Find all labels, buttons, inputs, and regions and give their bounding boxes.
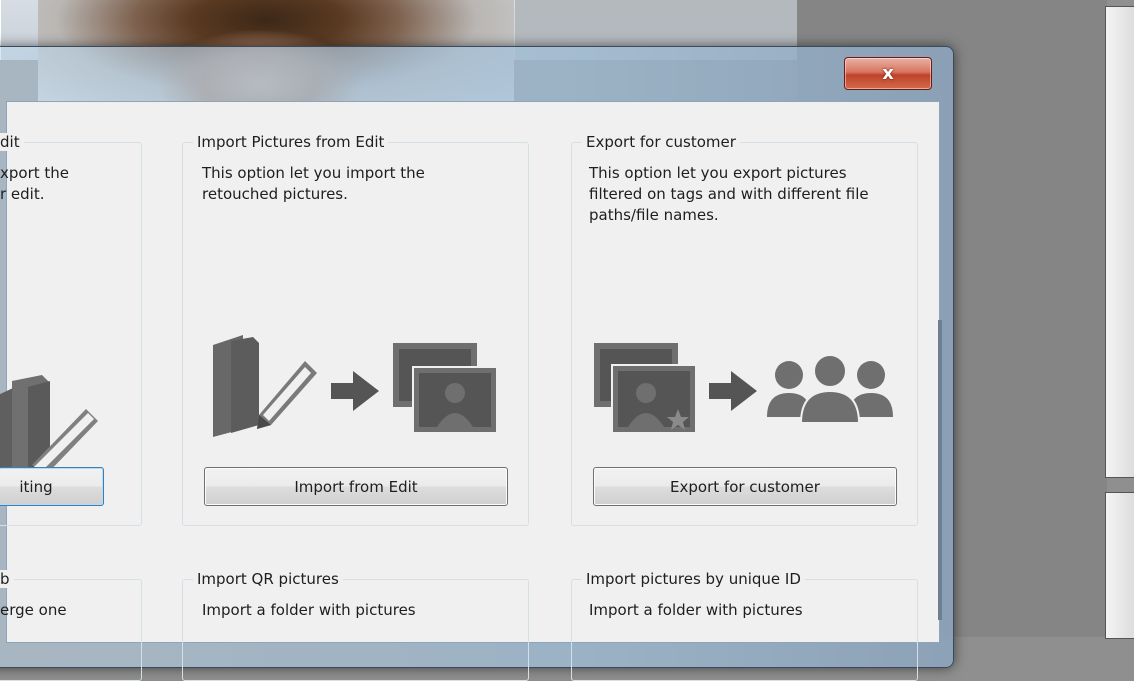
group-description: Import a folder with pictures: [202, 601, 416, 619]
group-title: dit: [0, 133, 24, 151]
group-title: Import Pictures from Edit: [193, 133, 389, 151]
edit-button-label: iting: [19, 477, 53, 496]
import-from-edit-button-label: Import from Edit: [294, 477, 418, 496]
group-people-icon: [767, 355, 893, 424]
dialog-border-shadow: [938, 320, 942, 620]
arrow-right-icon: [709, 371, 757, 411]
group-import-by-unique-id: Import pictures by unique ID Import a fo…: [571, 570, 918, 681]
group-title: Import pictures by unique ID: [582, 570, 805, 588]
export-for-customer-button-label: Export for customer: [670, 477, 820, 496]
group-description: erge one: [0, 601, 67, 619]
group-import-from-edit: Import Pictures from Edit This option le…: [182, 133, 529, 526]
group-description: Import a folder with pictures: [589, 601, 803, 619]
group-title: b: [0, 570, 14, 588]
folder-edit-icon: [213, 335, 317, 437]
dialog-client-area: dit xport the r edit. iting Import Pictu…: [0, 101, 940, 681]
import-from-edit-button[interactable]: Import from Edit: [204, 467, 508, 506]
close-button[interactable]: x: [844, 57, 932, 90]
group-merge: b erge one: [0, 570, 142, 681]
group-description: This option let you export pictures filt…: [589, 164, 869, 224]
export-for-customer-button[interactable]: Export for customer: [593, 467, 897, 506]
group-description: This option let you import the retouched…: [202, 164, 425, 203]
pictures-star-icon: [594, 343, 697, 434]
close-icon: x: [882, 63, 894, 84]
background-thumbnail: [1105, 6, 1134, 478]
group-title: Export for customer: [582, 133, 740, 151]
dialog-titlebar[interactable]: [0, 47, 953, 102]
arrow-right-icon: [331, 371, 379, 411]
group-export-for-customer: Export for customer This option let you …: [571, 133, 918, 526]
group-title: Import QR pictures: [193, 570, 343, 588]
background-thumbnail: [1105, 492, 1134, 639]
group-description: xport the r edit.: [0, 164, 70, 203]
group-edit: dit xport the r edit. iting: [0, 133, 142, 526]
group-import-qr-pictures: Import QR pictures Import a folder with …: [182, 570, 529, 681]
edit-button[interactable]: iting: [0, 467, 104, 506]
pictures-icon: [393, 343, 498, 434]
